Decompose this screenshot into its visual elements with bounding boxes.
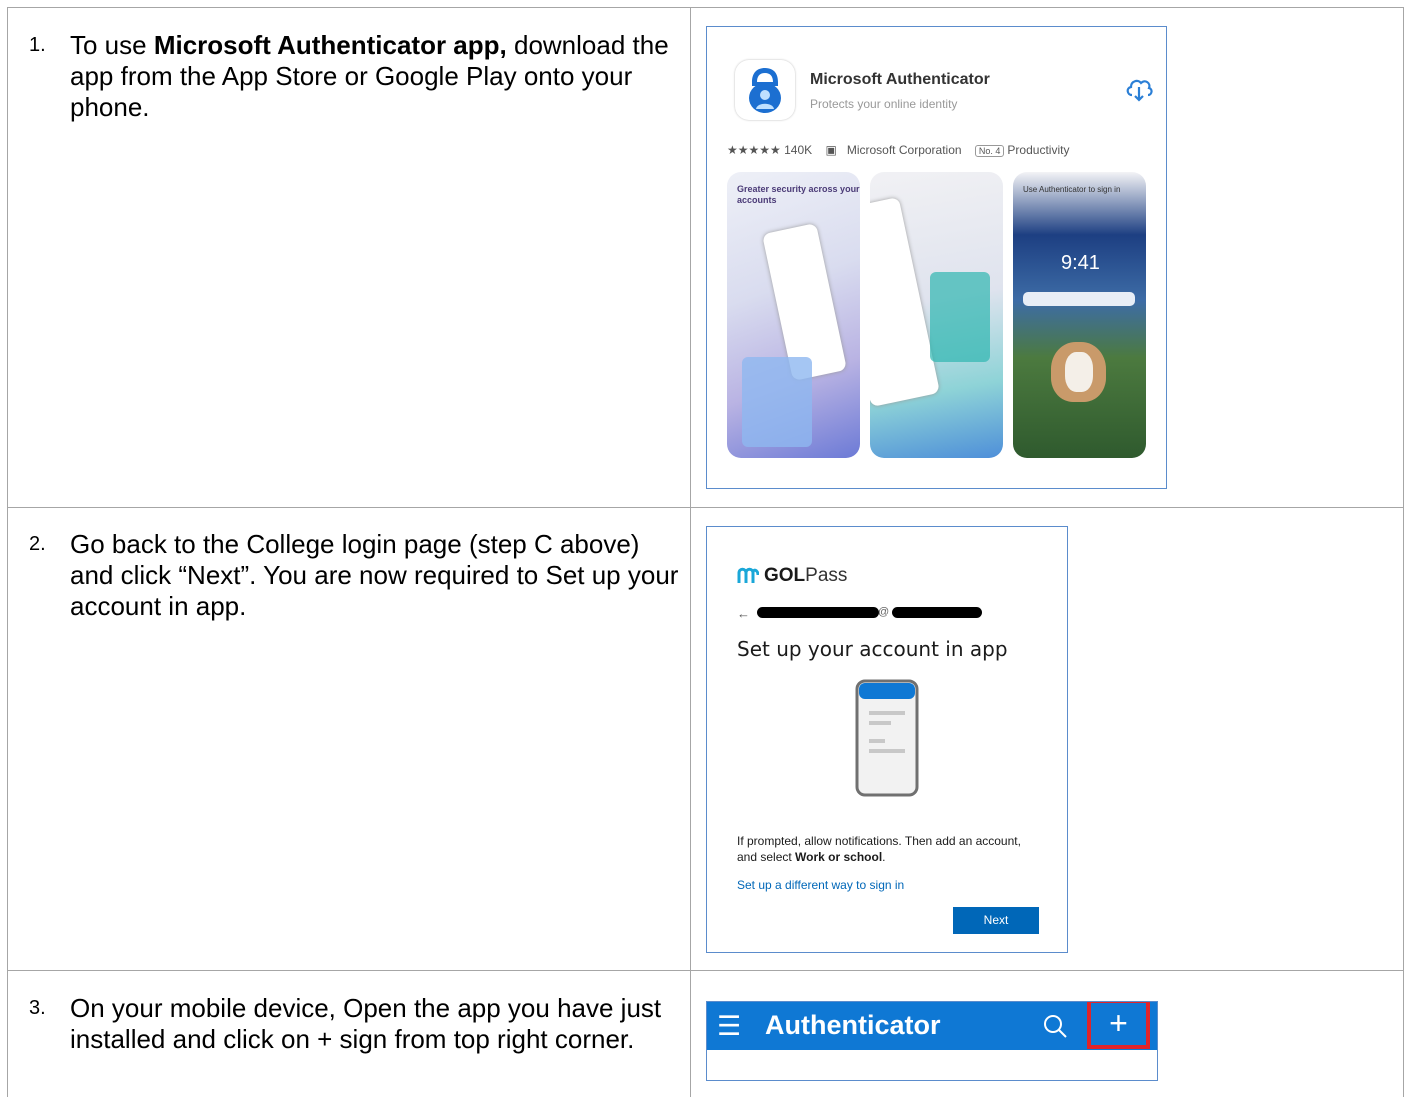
table-border-right [1403, 7, 1404, 1097]
notice-bold: Work or school [795, 850, 883, 864]
golpass-logo-text: GOLPass [764, 565, 847, 587]
authenticator-app-screenshot: ☰ Authenticator + [706, 1001, 1158, 1081]
store-screenshot-2 [870, 172, 1003, 458]
redacted-domain [892, 607, 982, 618]
step-number: 1. [29, 34, 46, 56]
dog-photo-detail [1065, 352, 1093, 392]
notification [1023, 292, 1135, 306]
notice-text: If prompted, allow notifications. Then a… [737, 833, 1037, 865]
table-border-top [7, 7, 1404, 8]
screenshot-caption: Greater security across your accounts [737, 184, 860, 205]
app-title: Authenticator [765, 1010, 941, 1040]
redacted-username [757, 607, 879, 618]
step-text: Go back to the College login page (step … [70, 529, 679, 621]
step-text: To use Microsoft Authenticator app, down… [70, 30, 680, 123]
category: Productivity [1007, 143, 1070, 157]
developer-icon: ▣ [825, 143, 837, 157]
app-header-bar: ☰ Authenticator + [707, 1002, 1157, 1050]
lock-time: 9:41 [1061, 252, 1100, 274]
app-name: Microsoft Authenticator [810, 71, 990, 88]
plus-icon[interactable]: + [1091, 1005, 1146, 1042]
notice-part: . [882, 850, 886, 864]
step-number: 3. [29, 997, 46, 1019]
store-screenshot-3: Use Authenticator to sign in 9:41 [1013, 172, 1146, 458]
logo-bold: GOL [764, 565, 806, 586]
step-text-part: To use [70, 30, 154, 60]
add-account-highlight: + [1087, 1002, 1150, 1049]
search-icon[interactable] [1041, 1012, 1069, 1040]
lock-person-icon [749, 68, 781, 113]
logo-light: Pass [805, 565, 848, 586]
table-row-divider [7, 507, 1404, 508]
golpass-logo-icon [737, 567, 759, 583]
store-screenshot-1: Greater security across your accounts [727, 172, 860, 458]
table-border-left [7, 7, 8, 1097]
step-text-bold: Microsoft Authenticator app, [153, 30, 507, 60]
screenshot-caption: Use Authenticator to sign in [1023, 185, 1121, 194]
cloud-download-icon[interactable] [1124, 75, 1154, 103]
at-sign: @ [878, 606, 890, 618]
table-row-divider [7, 970, 1404, 971]
golpass-setup-screenshot: GOLPass ← @ Set up your account in app I… [706, 526, 1068, 953]
decor-shape [930, 272, 990, 362]
decor-shape [742, 357, 812, 447]
rank-badge: No. 4 [974, 145, 1005, 157]
table-column-divider [690, 7, 691, 1097]
back-arrow-icon[interactable]: ← [737, 606, 750, 621]
developer: Microsoft Corporation [846, 143, 962, 157]
alternate-signin-link[interactable]: Set up a different way to sign in [737, 878, 904, 892]
app-store-screenshot: Microsoft Authenticator Protects your on… [706, 26, 1167, 489]
app-meta-row: ★★★★★ 140K ▣ Microsoft Corporation No. 4P… [727, 143, 1079, 157]
step-text: On your mobile device, Open the app you … [70, 993, 662, 1054]
rating: ★★★★★ 140K [727, 143, 813, 157]
app-subtitle: Protects your online identity [810, 97, 958, 111]
next-button[interactable]: Next [953, 907, 1039, 934]
step-number: 2. [29, 533, 46, 555]
hamburger-menu-icon[interactable]: ☰ [717, 1011, 741, 1042]
authenticator-app-icon [735, 60, 795, 120]
phone-illustration-icon [855, 679, 919, 797]
page-title: Set up your account in app [737, 637, 1008, 661]
